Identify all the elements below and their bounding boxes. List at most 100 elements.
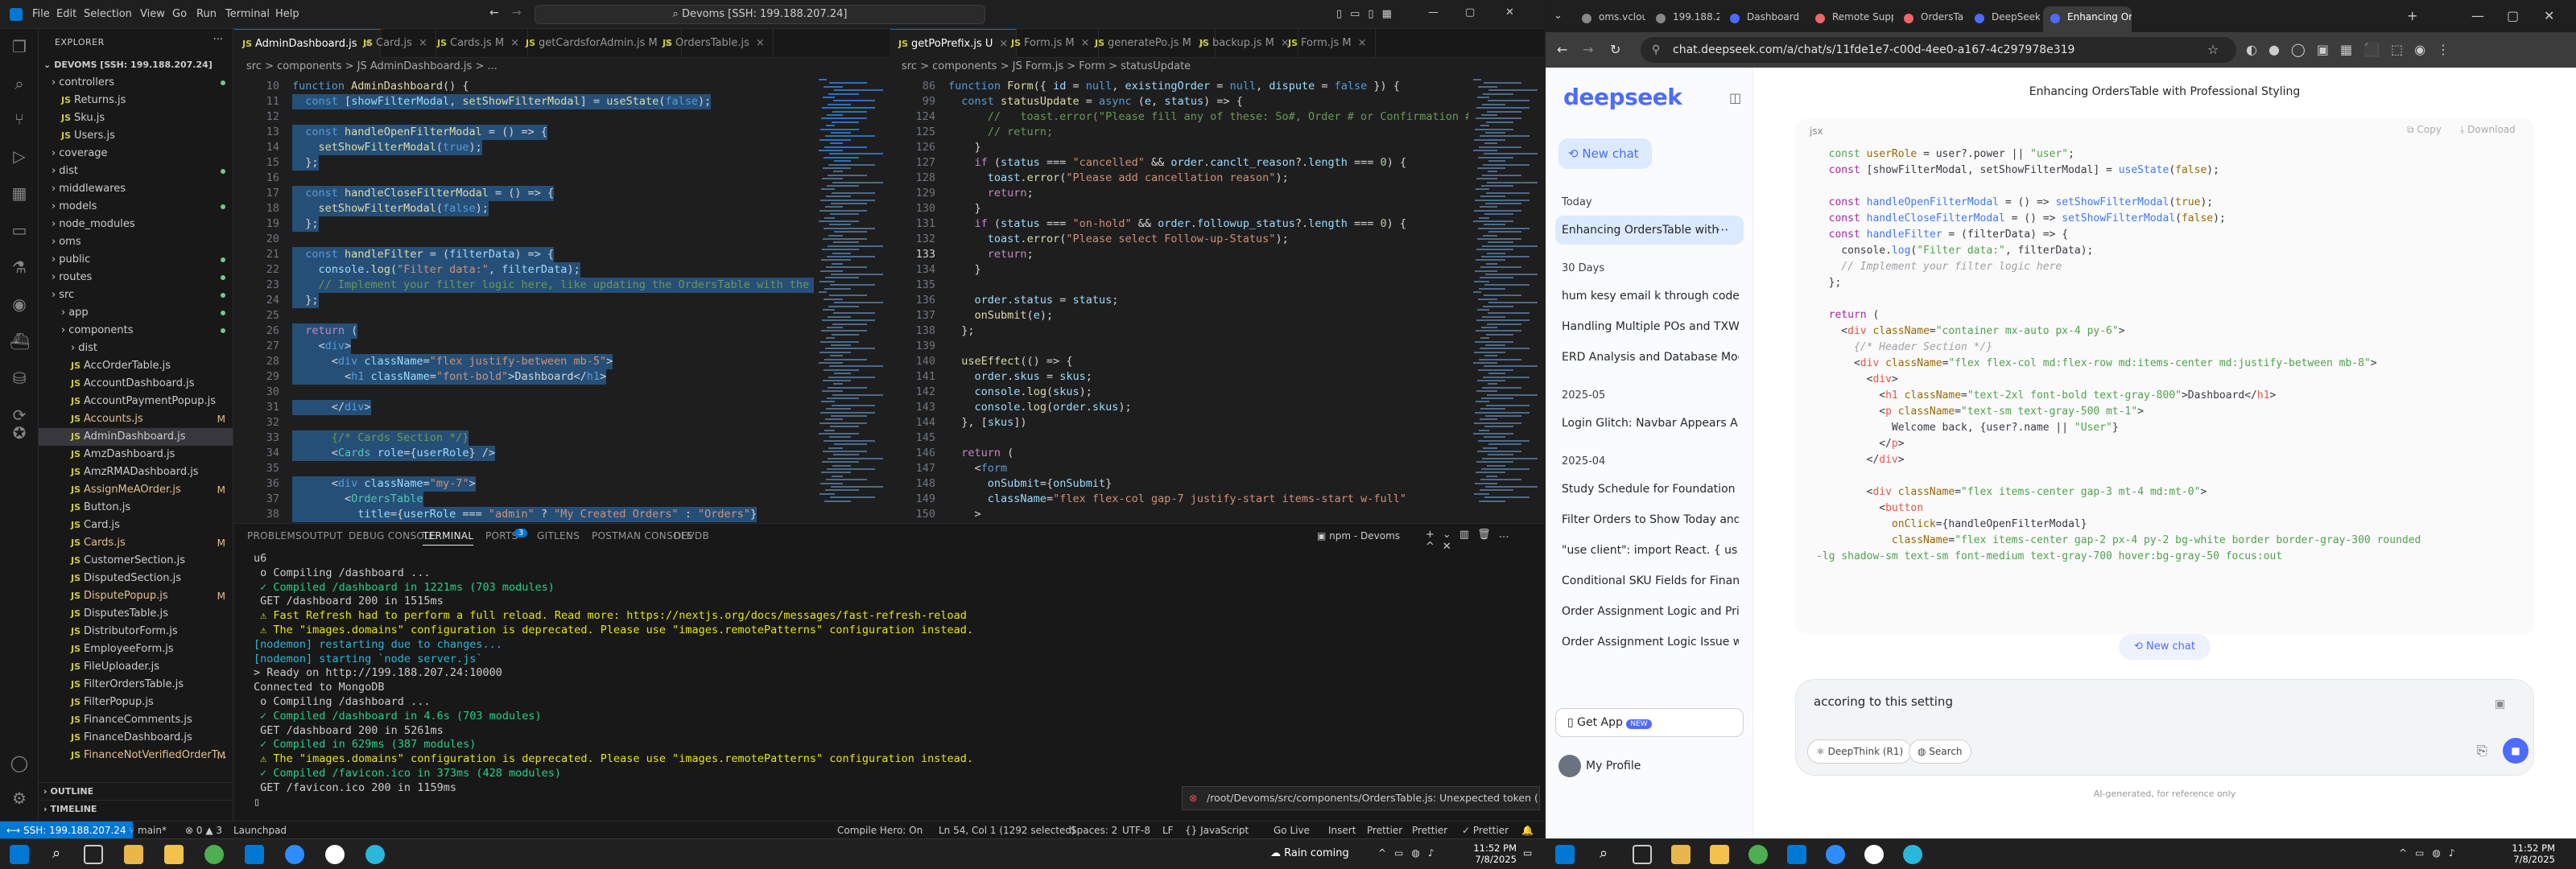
- prettier-1[interactable]: Prettier: [1367, 822, 1402, 839]
- tree-item-card-js[interactable]: JS Card.js: [39, 517, 233, 534]
- app2-icon[interactable]: [365, 845, 385, 864]
- terminal-cursor[interactable]: ▯: [254, 795, 260, 809]
- tree-item-components[interactable]: › components: [39, 322, 233, 340]
- download-button[interactable]: ⤓ Download: [2460, 124, 2516, 136]
- editor-tab[interactable]: JS Form.js M ×: [1003, 29, 1099, 58]
- history-item[interactable]: Login Glitch: Navbar Appears Ab: [1562, 409, 1739, 438]
- tree-item-customersection-js[interactable]: JS CustomerSection.js: [39, 552, 233, 570]
- tree-item-accounts-js[interactable]: JS Accounts.js M: [39, 410, 233, 428]
- copy-button[interactable]: ⧉ Copy: [2407, 124, 2442, 136]
- tree-item-amzrmadashboard-js[interactable]: JS AmzRMADashboard.js: [39, 463, 233, 481]
- tree-item-public[interactable]: › public: [39, 251, 233, 269]
- tree-item-routes[interactable]: › routes: [39, 269, 233, 286]
- store-icon[interactable]: [164, 845, 184, 864]
- tab-close-icon[interactable]: ×: [1358, 37, 1367, 49]
- menu-edit[interactable]: Edit: [56, 0, 76, 29]
- maximize-icon[interactable]: ▢: [1465, 6, 1475, 19]
- settings-gear-icon[interactable]: ⚙: [10, 789, 29, 808]
- tree-item-src[interactable]: › src: [39, 286, 233, 304]
- tree-item-amzdashboard-js[interactable]: JS AmzDashboard.js: [39, 446, 233, 463]
- workspace-root[interactable]: ⌄ DEVOMS [SSH: 199.188.207.24]: [39, 56, 233, 74]
- tree-item-financedashboard-js[interactable]: JS FinanceDashboard.js: [39, 729, 233, 747]
- clock-left[interactable]: 11:52 PM 7/8/2025: [1465, 842, 1517, 865]
- tab-search-icon[interactable]: ⌄: [1554, 10, 1563, 22]
- tree-item-sku-js[interactable]: JS Sku.js: [39, 109, 233, 127]
- breadcrumb-left[interactable]: src > components > JS AdminDashboard.js …: [246, 58, 497, 76]
- account-icon[interactable]: ◯: [10, 753, 29, 772]
- tree-item-node-modules[interactable]: › node_modules: [39, 216, 233, 233]
- deepseek-logo[interactable]: deepseek: [1563, 84, 1682, 110]
- tree-item-accordertable-js[interactable]: JS AccOrderTable.js: [39, 357, 233, 375]
- history-item[interactable]: Handling Multiple POs and TXW: [1562, 312, 1739, 341]
- tree-item-disputestable-js[interactable]: JS DisputesTable.js: [39, 605, 233, 623]
- minimize-icon[interactable]: —: [1428, 6, 1439, 19]
- chrome-close-icon[interactable]: ✕: [2544, 8, 2554, 23]
- tray-icons-2[interactable]: ^▭◍♪: [2399, 847, 2463, 859]
- tree-item-cards-js[interactable]: JS Cards.js M: [39, 534, 233, 552]
- tree-item-distributorform-js[interactable]: JS DistributorForm.js: [39, 623, 233, 640]
- timeline-icon[interactable]: ⟳: [10, 406, 29, 425]
- tree-item-admindashboard-js[interactable]: JS AdminDashboard.js: [39, 428, 233, 446]
- close-icon[interactable]: ✕: [1505, 6, 1514, 19]
- menu-selection[interactable]: Selection: [84, 0, 132, 29]
- vscode-icon-2[interactable]: [1787, 845, 1806, 864]
- more-options-icon[interactable]: ···: [1716, 216, 1728, 245]
- browser-tab[interactable]: OrdersTable: [1897, 6, 1964, 32]
- bookmark-star-icon[interactable]: ☆: [2207, 42, 2219, 57]
- editor-tab[interactable]: JS OrdersTable.js ×: [654, 29, 774, 58]
- postman-icon[interactable]: ✪: [10, 423, 29, 443]
- vscode-icon[interactable]: [245, 845, 264, 864]
- history-item[interactable]: ERD Analysis and Database Mod: [1562, 343, 1739, 372]
- tree-item-models[interactable]: › models: [39, 198, 233, 216]
- address-bar[interactable]: ⚲ chat.deepseek.com/a/chat/s/11fde1e7-c00…: [1641, 37, 2236, 63]
- tree-item-filterpopup-js[interactable]: JS FilterPopup.js: [39, 694, 233, 711]
- explorer-more-icon[interactable]: ···: [213, 34, 223, 46]
- panel-tab-terminal[interactable]: TERMINAL: [423, 530, 474, 546]
- new-chat-button[interactable]: ⟲ New chat: [1558, 138, 1652, 169]
- tree-item-returns-js[interactable]: JS Returns.js: [39, 92, 233, 109]
- tree-item-middlewares[interactable]: › middlewares: [39, 180, 233, 198]
- menu-terminal[interactable]: Terminal: [225, 0, 270, 29]
- browser-tab[interactable]: Dashboard: [1723, 6, 1805, 32]
- nav-back-icon[interactable]: ←: [489, 6, 499, 19]
- search-icon[interactable]: ⌕: [10, 74, 29, 93]
- menu-go[interactable]: Go: [172, 0, 187, 29]
- tree-item-accountpaymentpopup-js[interactable]: JS AccountPaymentPopup.js: [39, 393, 233, 410]
- chrome-maximize-icon[interactable]: ▢: [2507, 8, 2519, 23]
- new-chat-pill[interactable]: ⟲ New chat: [2119, 634, 2211, 660]
- tree-item-button-js[interactable]: JS Button.js: [39, 499, 233, 517]
- new-tab-icon[interactable]: +: [2407, 8, 2417, 23]
- panel-tab-problems[interactable]: PROBLEMS: [247, 530, 302, 542]
- menu-run[interactable]: Run: [196, 0, 217, 29]
- app-icon-2[interactable]: [1864, 845, 1884, 864]
- run-debug-icon[interactable]: ▷: [10, 146, 29, 166]
- editor-tab[interactable]: JS Card.js ×: [355, 29, 436, 58]
- collapse-sidebar-icon[interactable]: ◫: [1729, 90, 1741, 105]
- cursor-position[interactable]: Ln 54, Col 1 (1292 selected): [939, 822, 1075, 839]
- browser-tab[interactable]: DeepSeek | ...: [1967, 6, 2040, 32]
- history-item[interactable]: Enhancing OrdersTable with: [1555, 216, 1744, 245]
- history-item[interactable]: "use client": import React. { us: [1562, 536, 1739, 565]
- start-icon-2[interactable]: [1555, 845, 1575, 864]
- search-icon[interactable]: ⌕: [47, 845, 66, 864]
- history-item[interactable]: Order Assignment Logic and Pric: [1562, 597, 1739, 626]
- tree-item-dist[interactable]: › dist: [39, 340, 233, 357]
- branch-indicator[interactable]: ⑂ main*: [129, 822, 167, 839]
- forward-icon[interactable]: →: [1583, 42, 1593, 57]
- tree-item-app[interactable]: › app: [39, 304, 233, 322]
- eol[interactable]: LF: [1162, 822, 1174, 839]
- tree-item-controllers[interactable]: › controllers: [39, 74, 233, 92]
- explorer-icon[interactable]: ❐: [10, 37, 29, 56]
- indentation[interactable]: Spaces: 2: [1071, 822, 1117, 839]
- file-explorer-icon-2[interactable]: [1671, 845, 1690, 864]
- browser-tab[interactable]: oms.vcloudh...: [1575, 6, 1645, 32]
- zoom-icon[interactable]: [285, 845, 304, 864]
- tree-item-users-js[interactable]: JS Users.js: [39, 127, 233, 145]
- notifications-bell-icon[interactable]: 🔔: [1521, 822, 1534, 839]
- zoom-icon-2[interactable]: [1826, 845, 1845, 864]
- command-center[interactable]: ⌕ Devoms [SSH: 199.188.207.24]: [535, 5, 985, 24]
- editor-left[interactable]: 10 function AdminDashboard() {11 const [s…: [234, 76, 814, 523]
- go-live[interactable]: Go Live: [1274, 822, 1310, 839]
- tree-item-financenotverifiedordert-[interactable]: JS FinanceNotVerifiedOrderT... M: [39, 747, 233, 764]
- remote-indicator[interactable]: ⟷ SSH: 199.188.207.24: [0, 822, 133, 839]
